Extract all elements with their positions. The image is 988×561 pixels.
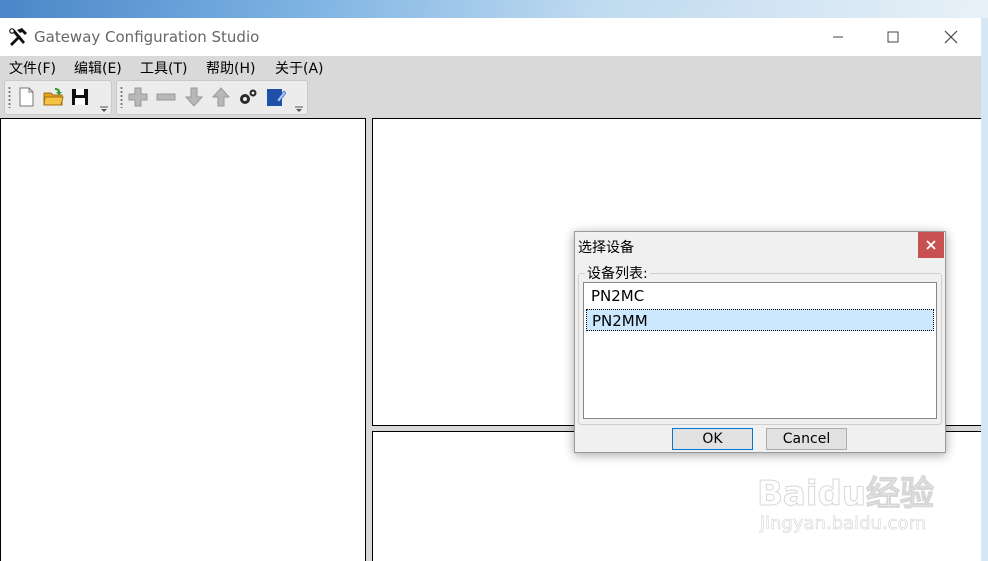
- edit-notebook-icon[interactable]: [264, 86, 286, 108]
- minimize-button[interactable]: [809, 18, 867, 56]
- move-down-icon[interactable]: [183, 86, 205, 108]
- desktop-background: [0, 0, 988, 18]
- device-list-label: 设备列表:: [585, 263, 650, 283]
- dialog-close-button[interactable]: [918, 232, 944, 258]
- menu-about[interactable]: 关于(A): [275, 58, 324, 78]
- move-up-icon[interactable]: [210, 86, 232, 108]
- open-folder-icon[interactable]: [42, 86, 64, 108]
- cancel-button[interactable]: Cancel: [766, 428, 847, 450]
- new-file-icon[interactable]: [15, 86, 37, 108]
- list-item-pn2mc[interactable]: PN2MC: [586, 285, 934, 307]
- close-icon: [926, 240, 936, 250]
- menu-help[interactable]: 帮助(H): [206, 58, 255, 78]
- device-tree-pane[interactable]: [0, 118, 366, 561]
- menu-tools[interactable]: 工具(T): [140, 58, 187, 78]
- device-list[interactable]: PN2MC PN2MM: [583, 282, 937, 419]
- remove-icon[interactable]: [155, 86, 177, 108]
- toolbar-file: [4, 80, 112, 115]
- list-item-pn2mm[interactable]: PN2MM: [586, 309, 934, 331]
- dialog-title: 选择设备: [578, 240, 634, 256]
- add-icon[interactable]: [127, 86, 149, 108]
- toolbar-edit: [116, 80, 308, 115]
- maximize-button[interactable]: [864, 18, 922, 56]
- tools-hammer-wrench-icon: [9, 28, 27, 46]
- save-icon[interactable]: [69, 86, 91, 108]
- window-title: Gateway Configuration Studio: [34, 28, 260, 46]
- menu-file[interactable]: 文件(F): [9, 58, 56, 78]
- toolbar-overflow-icon[interactable]: [295, 106, 303, 112]
- menu-bar: 文件(F) 编辑(E) 工具(T) 帮助(H) 关于(A): [0, 56, 981, 78]
- desktop-edge: [981, 18, 988, 561]
- menu-edit[interactable]: 编辑(E): [74, 58, 122, 78]
- title-bar[interactable]: Gateway Configuration Studio: [0, 18, 981, 56]
- close-button[interactable]: [922, 18, 980, 56]
- settings-gears-icon[interactable]: [237, 86, 259, 108]
- select-device-dialog: 选择设备 设备列表: PN2MC PN2MM OK Cancel: [574, 231, 946, 453]
- watermark-url: jingyan.baidu.com: [760, 513, 927, 535]
- toolbar-overflow-icon[interactable]: [100, 106, 108, 112]
- close-icon: [944, 30, 958, 44]
- minimize-icon: [833, 36, 843, 38]
- toolbar-grip[interactable]: [120, 86, 123, 108]
- ok-button[interactable]: OK: [672, 428, 753, 450]
- toolbar-grip[interactable]: [8, 86, 11, 108]
- watermark-brand: Baidu经验: [756, 474, 935, 515]
- baidu-watermark: Baidu经验 jingyan.baidu.com: [756, 458, 937, 542]
- toolbar-area: [0, 78, 981, 117]
- maximize-icon: [887, 31, 899, 43]
